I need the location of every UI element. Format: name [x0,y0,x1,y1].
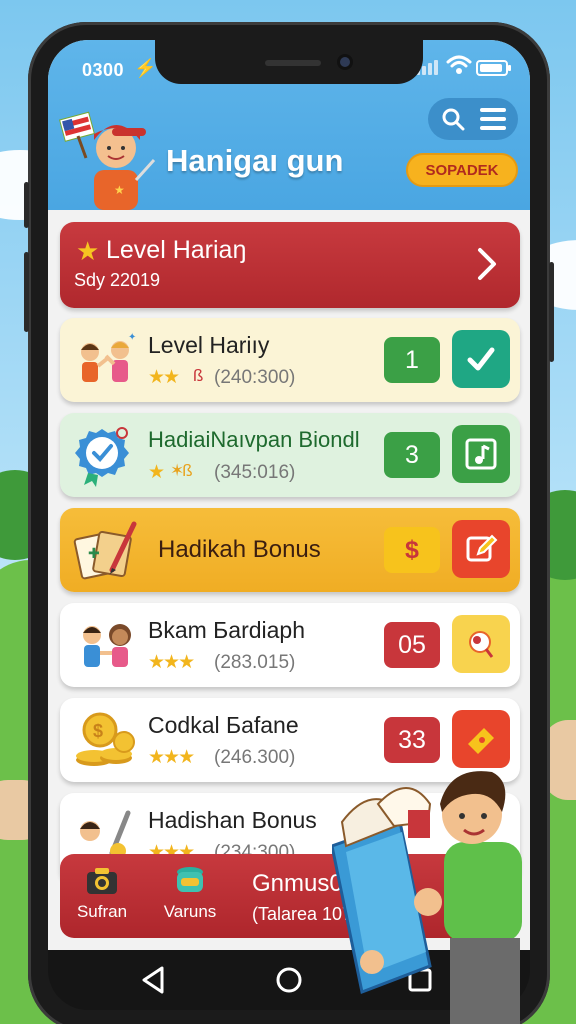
charging-icon: ⚡ [134,58,157,78]
row-score: (345:016) [214,462,296,483]
star-rating: ★★★ [148,652,195,673]
search-icon[interactable] [440,106,466,132]
boy-reading-illustration [332,771,522,1024]
star-rating: ★ [148,462,165,483]
svg-text:★: ★ [114,183,125,197]
camera-icon [87,868,117,894]
status-time: 0300 [82,60,125,80]
tab-varuns[interactable]: Varuns [150,864,230,922]
list-item-bonus[interactable]: ✚ Hadikah Bonus $ [60,508,520,592]
tab-sufran[interactable]: Sufran [62,864,142,922]
action-button[interactable] [452,330,510,388]
row-score: (240:300) [214,367,296,388]
svg-text:✚: ✚ [88,545,100,561]
gold-coins-icon: $ [76,712,135,766]
svg-text:✦: ✦ [128,332,136,343]
row-score: (283.015) [214,652,296,673]
menu-icon[interactable] [480,108,506,130]
count-badge: 05 [384,622,440,668]
star-rating: ★★★ [148,747,195,768]
badge-check-icon [75,427,129,487]
back-icon[interactable] [138,964,170,996]
home-icon[interactable] [273,964,305,996]
row-title: HadiaiNaıvpan Biondl [148,427,360,452]
row-title: Hadikah Bonus [158,536,321,563]
battery-icon [476,60,511,76]
ticket-icon [468,728,494,754]
music-note-icon [465,438,497,470]
camera-notch [155,38,423,84]
action-button[interactable] [452,615,510,673]
daily-level-title: Level Hariaŋ [106,236,247,264]
row-title: Bkam Бardiaph [148,617,306,643]
jar-icon [177,867,203,892]
svg-text:$: $ [93,721,103,741]
check-icon [467,347,495,371]
daily-level-date: Sdy 22019 [74,270,161,290]
star-rating: ★★ [148,367,180,388]
rating-extra: ✶ß [170,461,193,480]
tab-label: Varuns [163,902,217,921]
avatar: ★ [59,111,156,210]
list-item[interactable]: Bkam Бardiaph ★★★ (283.015) 05 [60,603,520,687]
row-title: Hadishan Bonus [148,807,317,833]
cards-pencil-icon: ✚ [73,521,137,580]
app-title: Hanigaı gun [166,143,344,178]
action-button[interactable] [452,520,510,578]
special-button[interactable]: SOPADEK [406,153,518,187]
dollar-badge: $ [384,527,440,573]
chevron-right-icon[interactable] [476,246,498,282]
edit-icon [466,534,498,562]
list-item[interactable]: ✦ Level Hariıy ★★ ß (240:300) 1 [60,318,520,402]
row-score: (246.300) [214,747,296,768]
count-badge: 1 [384,337,440,383]
tab-label: Sufran [76,902,128,921]
row-title: Codkal Бafane [148,712,299,738]
count-badge: 3 [384,432,440,478]
action-button[interactable] [452,425,510,483]
kids-high-five-icon: ✦ [81,332,136,382]
wifi-icon [446,55,472,74]
rating-extra: ß [193,366,203,385]
list-item[interactable]: HadiaiNaıvpan Biondl ★ ✶ß (345:016) 3 [60,413,520,497]
header-toolbar [428,98,518,140]
daily-level-banner[interactable]: ★ Level Hariaŋ Sdy 22019 [60,222,520,308]
star-icon: ★ [76,236,100,266]
magnifier-icon [469,631,494,658]
two-kids-icon [83,624,131,667]
row-title: Level Hariıy [148,332,270,358]
